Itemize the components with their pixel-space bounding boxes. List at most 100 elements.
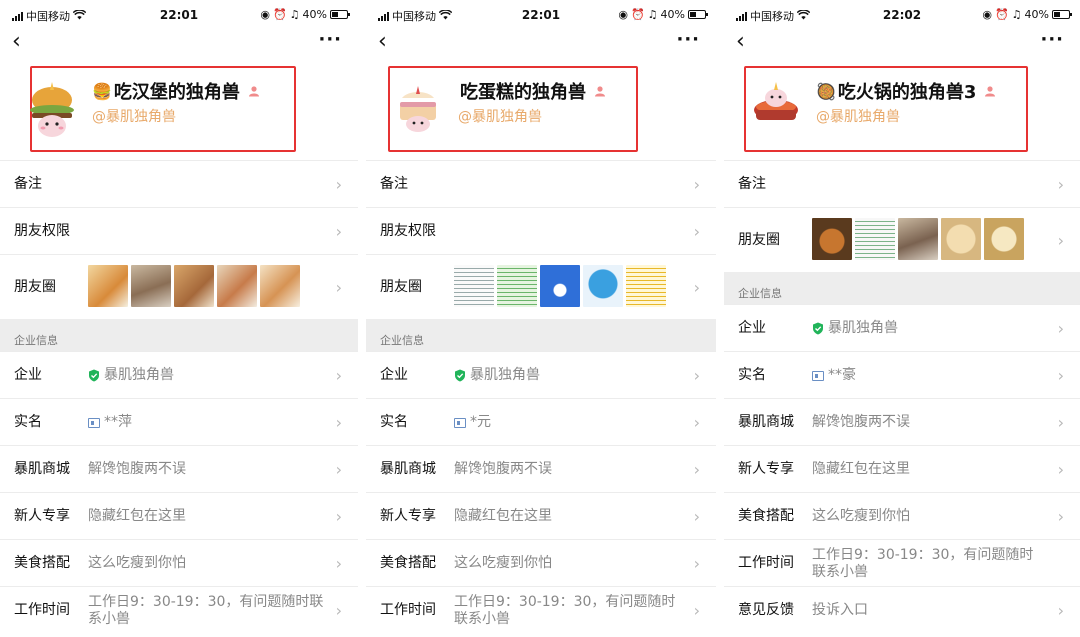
moment-thumbnail: [984, 218, 1024, 260]
chevron-right-icon: ›: [1057, 175, 1064, 194]
row-label: 美食搭配: [14, 555, 70, 571]
row-label: 工作时间: [380, 602, 436, 618]
headphones-icon: ♫: [647, 8, 658, 21]
profile-name-row: 吃蛋糕的独角兽: [458, 78, 606, 104]
battery-percent: 40%: [660, 8, 685, 21]
row-company[interactable]: 企业 暴肌独角兽 ›: [366, 351, 716, 398]
back-icon[interactable]: ‹: [378, 30, 387, 54]
more-options-icon[interactable]: ···: [676, 28, 700, 52]
row-label: 新人专享: [738, 461, 794, 477]
row-moments[interactable]: 朋友圈 ›: [366, 254, 716, 319]
row-company[interactable]: 企业 暴肌独角兽 ›: [724, 304, 1080, 351]
row-remark[interactable]: 备注 ›: [724, 160, 1080, 207]
battery-percent: 40%: [302, 8, 327, 21]
row-remark[interactable]: 备注 ›: [0, 160, 358, 207]
chevron-right-icon: ›: [335, 366, 342, 385]
moments-thumbnails: [454, 265, 666, 307]
row-real-name[interactable]: 实名 **萍 ›: [0, 398, 358, 445]
avatar-burger-unicorn[interactable]: [26, 80, 78, 140]
row-working-hours[interactable]: 工作时间 工作日9：30-19：30，有问题随时联系小兽 ›: [0, 586, 358, 633]
row-real-name[interactable]: 实名 **豪 ›: [724, 351, 1080, 398]
row-feedback[interactable]: 意见反馈 投诉入口 ›: [724, 586, 1080, 633]
row-value: 工作日9：30-19：30，有问题随时联系小兽: [454, 594, 676, 627]
avatar-cake-unicorn[interactable]: [392, 80, 444, 140]
row-working-hours[interactable]: 工作时间 工作日9：30-19：30，有问题随时联系小兽 ›: [366, 586, 716, 633]
moment-thumbnail: [540, 265, 580, 307]
moment-thumbnail: [583, 265, 623, 307]
status-bar: 中国移动 22:02 ◉ ⏰ ♫ 40%: [724, 8, 1080, 26]
chevron-right-icon: ›: [1057, 366, 1064, 385]
name-emoji: 🥘: [816, 81, 836, 101]
row-newcomer-offer[interactable]: 新人专享 隐藏红包在这里 ›: [724, 445, 1080, 492]
row-food-pairing[interactable]: 美食搭配 这么吃瘦到你怕 ›: [724, 492, 1080, 539]
row-mall[interactable]: 暴肌商城 解馋饱腹两不误 ›: [0, 445, 358, 492]
info-list: 备注 › 朋友圈 › 企业信息 企业 暴肌独角兽 › 实名 **豪 › 暴肌商城…: [724, 160, 1080, 633]
chevron-right-icon: ›: [335, 278, 342, 297]
row-label: 朋友圈: [380, 279, 422, 295]
profile-header: 🍔 吃汉堡的独角兽 @暴肌独角兽: [0, 58, 358, 158]
chevron-right-icon: ›: [693, 222, 700, 241]
row-food-pairing[interactable]: 美食搭配 这么吃瘦到你怕 ›: [0, 539, 358, 586]
more-options-icon[interactable]: ···: [318, 28, 342, 52]
verified-shield-icon: [455, 369, 465, 382]
back-icon[interactable]: ‹: [736, 30, 745, 54]
chevron-right-icon: ›: [1057, 460, 1064, 479]
row-moments[interactable]: 朋友圈 ›: [0, 254, 358, 319]
row-company[interactable]: 企业 暴肌独角兽 ›: [0, 351, 358, 398]
name-emoji: 🍔: [92, 81, 112, 101]
back-icon[interactable]: ‹: [12, 30, 21, 54]
chevron-right-icon: ›: [693, 507, 700, 526]
lock-rotation-icon: ◉: [618, 8, 628, 21]
moments-thumbnails: [812, 218, 1024, 260]
alarm-icon: ⏰: [994, 8, 1009, 21]
moment-thumbnail: [941, 218, 981, 260]
headphones-icon: ♫: [289, 8, 300, 21]
info-list: 备注 › 朋友权限 › 朋友圈 › 企业信息 企业 暴肌独角兽: [0, 160, 358, 633]
profile-alias: @暴肌独角兽: [92, 109, 176, 125]
row-label: 新人专享: [14, 508, 70, 524]
row-mall[interactable]: 暴肌商城 解馋饱腹两不误 ›: [724, 398, 1080, 445]
person-icon: [985, 86, 996, 97]
section-label: 企业信息: [738, 287, 782, 300]
row-moments[interactable]: 朋友圈 ›: [724, 207, 1080, 272]
row-label: 朋友权限: [14, 223, 70, 239]
row-value: 解馋饱腹两不误: [88, 461, 186, 477]
row-value: 这么吃瘦到你怕: [454, 555, 552, 571]
chevron-right-icon: ›: [335, 601, 342, 620]
row-friend-permissions[interactable]: 朋友权限 ›: [0, 207, 358, 254]
row-mall[interactable]: 暴肌商城 解馋饱腹两不误 ›: [366, 445, 716, 492]
more-options-icon[interactable]: ···: [1040, 28, 1064, 52]
row-label: 备注: [14, 176, 42, 192]
row-food-pairing[interactable]: 美食搭配 这么吃瘦到你怕 ›: [366, 539, 716, 586]
row-value: 隐藏红包在这里: [812, 461, 910, 477]
chevron-right-icon: ›: [693, 175, 700, 194]
id-card-icon: [812, 370, 824, 381]
row-label: 暴肌商城: [380, 461, 436, 477]
row-newcomer-offer[interactable]: 新人专享 隐藏红包在这里 ›: [366, 492, 716, 539]
row-label: 美食搭配: [380, 555, 436, 571]
nav-bar: ‹ ···: [724, 28, 1080, 58]
battery-icon: [330, 10, 350, 19]
avatar-hotpot-unicorn[interactable]: [750, 80, 802, 140]
row-friend-permissions[interactable]: 朋友权限 ›: [366, 207, 716, 254]
chevron-right-icon: ›: [1057, 413, 1064, 432]
row-working-hours[interactable]: 工作时间 工作日9：30-19：30，有问题随时联系小兽: [724, 539, 1080, 586]
row-remark[interactable]: 备注 ›: [366, 160, 716, 207]
moment-thumbnail: [898, 218, 938, 260]
info-list: 备注 › 朋友权限 › 朋友圈 › 企业信息 企业 暴肌独角兽: [366, 160, 716, 633]
row-label: 工作时间: [738, 555, 794, 571]
chevron-right-icon: ›: [693, 601, 700, 620]
chevron-right-icon: ›: [693, 366, 700, 385]
section-header-company-info: 企业信息: [0, 319, 358, 351]
row-newcomer-offer[interactable]: 新人专享 隐藏红包在这里 ›: [0, 492, 358, 539]
section-header-company-info: 企业信息: [724, 272, 1080, 304]
row-label: 备注: [738, 176, 766, 192]
moment-thumbnail: [626, 265, 666, 307]
id-card-icon: [88, 417, 100, 428]
chevron-right-icon: ›: [335, 413, 342, 432]
row-value: **萍: [88, 399, 324, 446]
moment-thumbnail: [454, 265, 494, 307]
verified-shield-icon: [89, 369, 99, 382]
moment-thumbnail: [497, 265, 537, 307]
row-real-name[interactable]: 实名 *元 ›: [366, 398, 716, 445]
